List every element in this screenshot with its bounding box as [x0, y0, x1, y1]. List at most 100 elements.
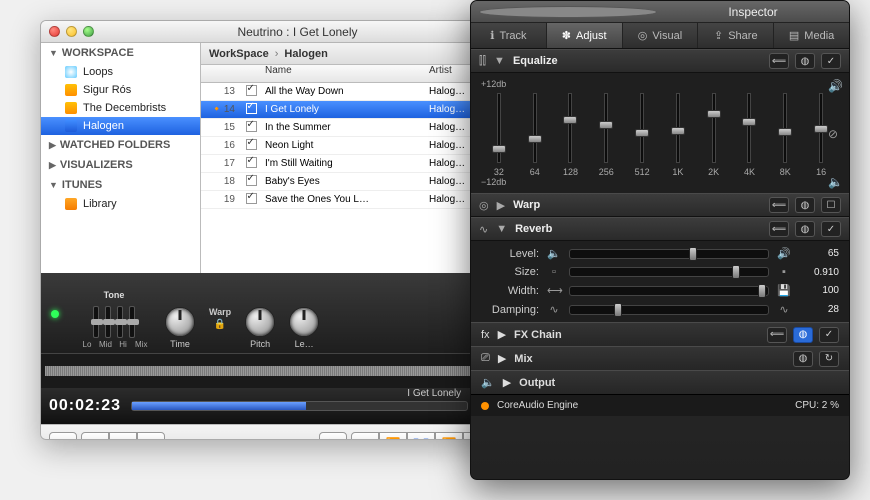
track-checkbox[interactable] — [246, 157, 257, 168]
tab-track[interactable]: ℹTrack — [471, 23, 547, 48]
param-slider[interactable] — [569, 249, 769, 259]
sidebar-section-itunes[interactable]: ▼ITUNES — [41, 175, 200, 195]
minimize-icon[interactable] — [66, 26, 77, 37]
zoom-icon[interactable] — [83, 26, 94, 37]
param-value: 28 — [799, 304, 839, 315]
sidebar-item-halogen[interactable]: Halogen — [41, 117, 200, 135]
eq-band-2K[interactable]: 2K — [696, 91, 732, 177]
track-row[interactable]: 18Baby's EyesHalog… — [201, 173, 499, 191]
enable-checkbox[interactable]: ✓ — [821, 221, 841, 237]
eq-band-64[interactable]: 64 — [517, 91, 553, 177]
tab-share[interactable]: ⇪Share — [698, 23, 774, 48]
preset-button[interactable]: ⟸ — [769, 197, 789, 213]
prev-track-button[interactable]: ⏮ — [351, 432, 379, 441]
track-row[interactable]: 🔸14I Get LonelyHalog… — [201, 101, 499, 119]
crumb-root[interactable]: WorkSpace — [209, 48, 269, 60]
inspector-titlebar[interactable]: Inspector — [471, 1, 849, 23]
col-name[interactable]: Name — [261, 65, 429, 82]
eq-band-512[interactable]: 512 — [624, 91, 660, 177]
enable-checkbox[interactable]: ☐ — [821, 197, 841, 213]
track-checkbox[interactable] — [246, 103, 257, 114]
pitch-knob[interactable] — [245, 307, 275, 337]
chevron-right-icon: › — [275, 48, 279, 60]
sidebar-section-watched[interactable]: ▶WATCHED FOLDERS — [41, 135, 200, 155]
eq-band-8K[interactable]: 8K — [767, 91, 803, 177]
track-checkbox[interactable] — [246, 121, 257, 132]
sidebar-section-visualizers[interactable]: ▶VISUALIZERS — [41, 155, 200, 175]
output-header[interactable]: 🔈▶ Output — [471, 370, 849, 394]
volume-down-icon[interactable]: 🔈 — [828, 175, 843, 189]
tab-visual[interactable]: ◎Visual — [623, 23, 699, 48]
pause-button[interactable]: ❚❚ — [407, 432, 435, 441]
param-slider[interactable] — [569, 305, 769, 315]
settings-button[interactable]: ✽ — [49, 432, 77, 441]
reverb-header[interactable]: ∿ ▼ Reverb ⟸ ◍ ✓ — [471, 217, 849, 241]
tone-lo-slider[interactable] — [93, 306, 99, 338]
track-row[interactable]: 19Save the Ones You L…Halog… — [201, 191, 499, 209]
tone-hi-slider[interactable] — [117, 306, 123, 338]
level-knob[interactable] — [289, 307, 319, 337]
tab-media[interactable]: ▤Media — [774, 23, 849, 48]
track-checkbox[interactable] — [246, 85, 257, 96]
eq-band-4K[interactable]: 4K — [732, 91, 768, 177]
shuffle-button[interactable]: ⤨ — [319, 432, 347, 441]
mix-icon: ⎚ — [481, 352, 490, 365]
view-grid-button[interactable]: ▦ — [81, 432, 109, 441]
track-checkbox[interactable] — [246, 193, 257, 204]
globe-button[interactable]: ◍ — [793, 351, 813, 367]
param-slider[interactable] — [569, 286, 769, 296]
param-slider[interactable] — [569, 267, 769, 277]
timecode: 00:02:23 — [49, 398, 121, 414]
sidebar-item-decembrists[interactable]: The Decembrists — [41, 99, 200, 117]
param-row: Level:🔈🔊65 — [481, 247, 839, 260]
close-icon[interactable] — [49, 26, 60, 37]
globe-button[interactable]: ◍ — [793, 327, 813, 343]
close-icon[interactable] — [479, 6, 657, 18]
track-row[interactable]: 15In the SummerHalog… — [201, 119, 499, 137]
lock-icon[interactable]: 🔒 — [214, 319, 226, 330]
sidebar-section-workspace[interactable]: ▼ WORKSPACE — [41, 43, 200, 63]
rewind-button[interactable]: ⏪ — [379, 432, 407, 441]
track-checkbox[interactable] — [246, 139, 257, 150]
track-row[interactable]: 17I'm Still WaitingHalog… — [201, 155, 499, 173]
eq-band-32[interactable]: 32 — [481, 91, 517, 177]
globe-button[interactable]: ◍ — [795, 197, 815, 213]
eq-header[interactable]: ⫿⫿ ▼ Equalize ⟸ ◍ ✓ — [471, 49, 849, 73]
crumb-leaf[interactable]: Halogen — [284, 48, 327, 60]
track-checkbox[interactable] — [246, 175, 257, 186]
time-knob[interactable] — [165, 307, 195, 337]
titlebar[interactable]: Neutrino : I Get Lonely — [41, 21, 499, 43]
globe-button[interactable]: ◍ — [795, 221, 815, 237]
tone-mid-slider[interactable] — [105, 306, 111, 338]
eq-band-128[interactable]: 128 — [553, 91, 589, 177]
warp-header[interactable]: ◎ ▶ Warp ⟸ ◍ ☐ — [471, 193, 849, 217]
tab-adjust[interactable]: ✽Adjust — [547, 23, 623, 48]
enable-checkbox[interactable]: ✓ — [821, 53, 841, 69]
progress-bar[interactable]: I Get Lonely — [131, 401, 468, 411]
globe-button[interactable]: ◍ — [795, 53, 815, 69]
tone-mix-slider[interactable] — [129, 306, 135, 338]
fxchain-header[interactable]: fx▶ FX Chain ⟸◍✓ — [471, 322, 849, 346]
preset-button[interactable]: ⟸ — [769, 221, 789, 237]
disclosure-down-icon: ▼ — [496, 223, 507, 235]
reset-icon[interactable]: ⊘ — [828, 127, 843, 141]
eq-band-1K[interactable]: 1K — [660, 91, 696, 177]
track-row[interactable]: 16Neon LightHalog… — [201, 137, 499, 155]
waveform[interactable] — [41, 353, 499, 388]
volume-up-icon[interactable]: 🔊 — [828, 79, 843, 93]
sidebar-item-loops[interactable]: Loops — [41, 63, 200, 81]
tracklist-header[interactable]: Name Artist — [201, 65, 499, 83]
sidebar-item-library[interactable]: Library — [41, 195, 200, 213]
sidebar-item-sigur[interactable]: Sigur Rós — [41, 81, 200, 99]
view-list-button[interactable]: ≣ — [109, 432, 137, 441]
enable-checkbox[interactable]: ✓ — [819, 327, 839, 343]
preset-button[interactable]: ⟸ — [769, 53, 789, 69]
mix-header[interactable]: ⎚▶ Mix ◍↻ — [471, 346, 849, 370]
track-row[interactable]: 13All the Way DownHalog… — [201, 83, 499, 101]
eq-band-256[interactable]: 256 — [588, 91, 624, 177]
refresh-button[interactable]: ↻ — [819, 351, 839, 367]
view-columns-button[interactable]: ▤ — [137, 432, 165, 441]
preset-button[interactable]: ⟸ — [767, 327, 787, 343]
ffwd-button[interactable]: ⏩ — [435, 432, 463, 441]
breadcrumb[interactable]: WorkSpace › Halogen — [201, 43, 499, 65]
